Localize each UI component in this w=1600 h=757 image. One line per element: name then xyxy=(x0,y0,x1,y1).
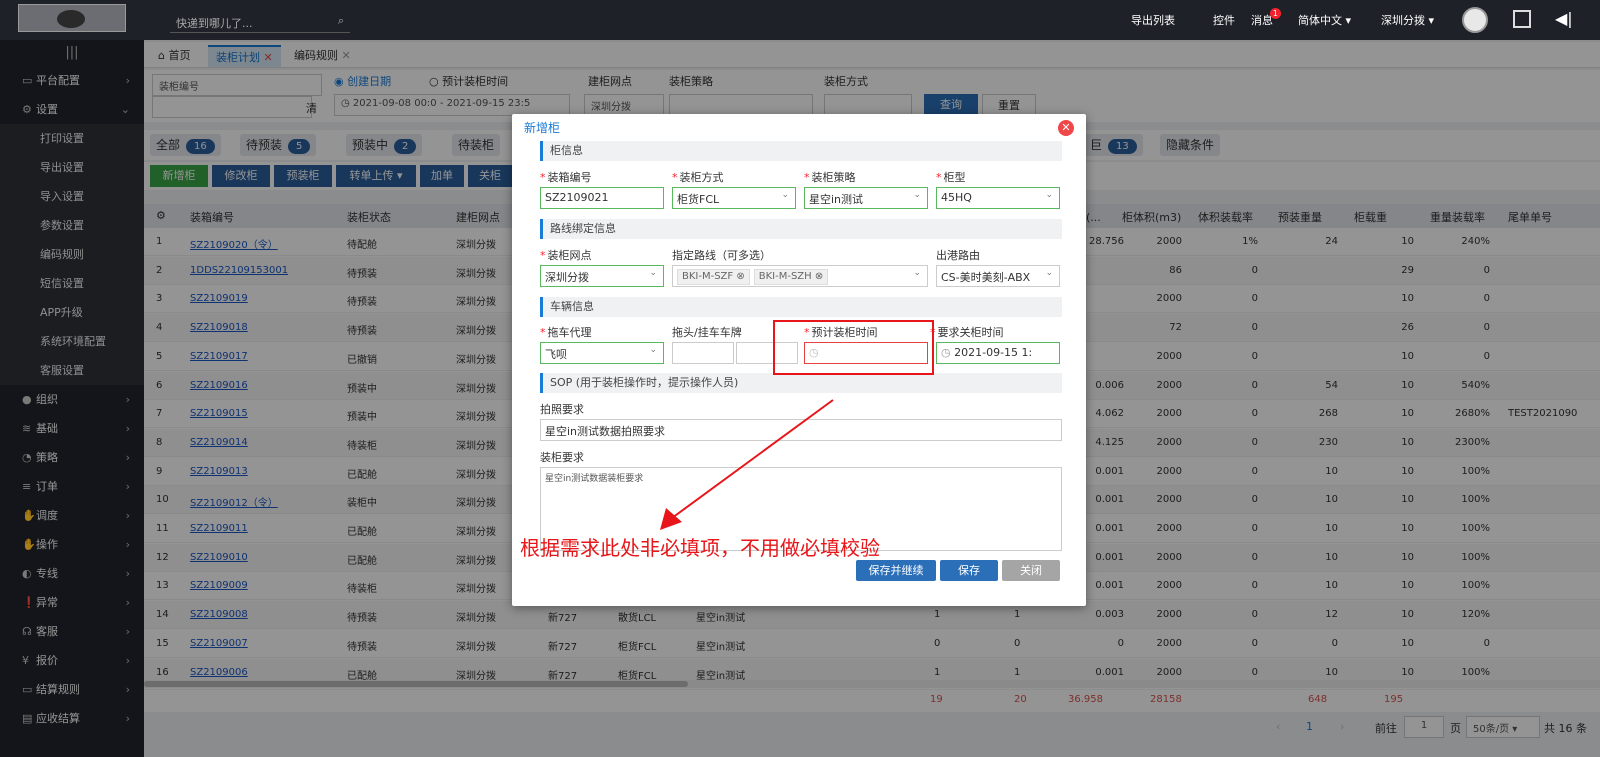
annotation-text: 根据需求此处非必填项，不用做必填校验 xyxy=(520,536,880,560)
annotation-arrow xyxy=(660,399,834,530)
